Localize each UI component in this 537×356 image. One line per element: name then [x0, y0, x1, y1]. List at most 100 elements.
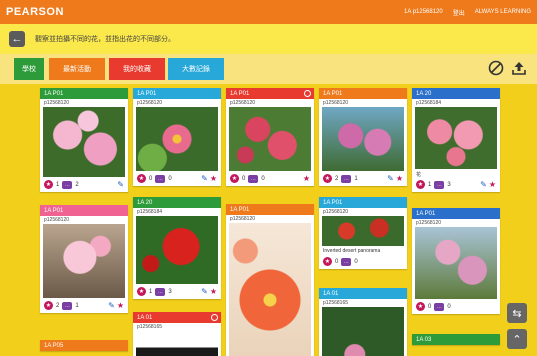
edit-icon[interactable]: ✎ [480, 180, 487, 189]
card-class: 1A P01 [230, 90, 250, 97]
tab-records[interactable]: 大數記錄 [168, 58, 224, 80]
card-user: p12568120 [44, 217, 70, 223]
post-card[interactable]: 1A P01 p12568120 ★ 1 … 2 ✎ [40, 88, 128, 192]
like-icon[interactable]: ★ [416, 302, 425, 311]
card-header: 1A 03 [412, 334, 500, 345]
comment-icon[interactable]: … [341, 257, 352, 266]
comment-count: 2 [75, 181, 79, 188]
favorite-icon[interactable]: ★ [117, 301, 124, 310]
edit-icon[interactable]: ✎ [117, 180, 124, 189]
card-user: p12568120 [230, 100, 256, 106]
flower-photo[interactable] [229, 107, 311, 171]
instruction-text: 觀察並拍攝不同的花，並指出花的不同部分。 [35, 36, 175, 43]
card-header: 1A 01 [319, 288, 407, 299]
comment-count: 1 [75, 302, 79, 309]
post-card[interactable]: 1A 03 [412, 334, 500, 345]
flower-photo[interactable] [322, 216, 404, 246]
card-user: p12568165 [137, 324, 163, 330]
tab-my-favorites[interactable]: 我的收藏 [109, 58, 165, 80]
edit-icon[interactable]: ✎ [387, 174, 394, 183]
report-icon[interactable] [211, 314, 218, 321]
refresh-button[interactable]: ⇆ [507, 303, 527, 323]
card-header: 1A 20 [133, 197, 221, 208]
like-icon[interactable]: ★ [416, 180, 425, 189]
like-icon[interactable]: ★ [44, 301, 53, 310]
flower-photo[interactable] [322, 307, 404, 356]
favorite-icon[interactable]: ★ [210, 287, 217, 296]
card-header: 1A P01 [319, 88, 407, 99]
post-card[interactable]: 1A 20 p12568184 花 ★ 1 … 3 ✎ ★ [412, 88, 500, 192]
post-card[interactable]: 1A P01 p12568120 Inverted desert panoram… [319, 197, 407, 269]
scroll-top-button[interactable]: ⌃ [507, 329, 527, 349]
flower-photo[interactable] [136, 216, 218, 284]
comment-icon[interactable]: … [341, 174, 352, 183]
card-footer: ★ 2 … 1 ✎ ★ [40, 298, 128, 313]
user-id: 1A p12568120 [404, 9, 443, 15]
card-footer: ★ 2 … 1 ✎ ★ [319, 171, 407, 186]
edit-icon[interactable]: ✎ [108, 301, 115, 310]
post-card[interactable]: 1A P01 p12568120 ★ 0 … 0 ★ [226, 88, 314, 186]
like-count: 0 [149, 175, 153, 182]
post-card[interactable]: 1A P01 p12568120 ★ 2 … 1 ✎ ★ [40, 205, 128, 313]
flower-photo[interactable] [415, 107, 497, 169]
favorite-icon[interactable]: ★ [396, 174, 403, 183]
post-card[interactable]: 1A 01 p12568165 [319, 288, 407, 356]
tab-school[interactable]: 學校 [14, 58, 44, 80]
comment-icon[interactable]: … [248, 174, 259, 183]
comment-icon[interactable]: … [434, 180, 445, 189]
post-card[interactable]: 1A P01 p12568120 ★ 0 … 0 [412, 208, 500, 314]
comment-count: 0 [354, 258, 358, 265]
card-header: 1A P01 [40, 205, 128, 216]
logout-link[interactable]: 登出 [453, 8, 465, 17]
card-user: p12568120 [416, 220, 442, 226]
back-button[interactable]: ← [9, 31, 25, 47]
post-card[interactable]: 1A 20 p12568184 ★ 1 … 3 ✎ ★ [133, 197, 221, 299]
card-class: 1A P01 [323, 199, 343, 206]
card-class: 1A P05 [44, 342, 64, 349]
card-user: p12568120 [230, 216, 256, 222]
flower-photo[interactable] [43, 107, 125, 177]
like-icon[interactable]: ★ [44, 180, 53, 189]
like-icon[interactable]: ★ [323, 174, 332, 183]
flower-photo[interactable] [136, 331, 218, 356]
comment-icon[interactable]: … [434, 302, 445, 311]
favorite-icon[interactable]: ★ [489, 180, 496, 189]
card-user: p12568120 [323, 100, 349, 106]
report-icon[interactable] [304, 90, 311, 97]
like-count: 2 [335, 175, 339, 182]
comment-count: 0 [261, 175, 265, 182]
like-icon[interactable]: ★ [137, 174, 146, 183]
post-card[interactable]: 1A P05 [40, 340, 128, 351]
edit-icon[interactable]: ✎ [201, 287, 208, 296]
like-count: 1 [428, 181, 432, 188]
favorite-icon[interactable]: ★ [303, 174, 310, 183]
edit-icon[interactable]: ✎ [201, 174, 208, 183]
comment-icon[interactable]: … [62, 301, 73, 310]
flower-photo[interactable] [322, 107, 404, 171]
flower-photo[interactable] [229, 223, 311, 356]
like-icon[interactable]: ★ [323, 257, 332, 266]
post-card[interactable]: 1A P01 p12568120 ★ 2 … 1 ✎ ★ [319, 88, 407, 186]
post-card[interactable]: 1A 01 p12568165 [133, 312, 221, 356]
flower-photo[interactable] [415, 227, 497, 299]
comment-count: 0 [447, 303, 451, 310]
brand-logo: PEARSON [6, 6, 64, 18]
tab-latest-activity[interactable]: 最新活動 [49, 58, 105, 80]
post-card[interactable]: 1A P01 p12568120 [226, 204, 314, 356]
like-icon[interactable]: ★ [230, 174, 239, 183]
card-class: 1A P01 [44, 207, 64, 214]
comment-icon[interactable]: … [62, 180, 73, 189]
card-class: 1A P01 [323, 90, 343, 97]
hide-button[interactable] [486, 58, 506, 78]
favorite-icon[interactable]: ★ [210, 174, 217, 183]
post-card[interactable]: 1A P01 p12568120 ★ 0 … 0 ✎ ★ [133, 88, 221, 186]
comment-icon[interactable]: … [155, 287, 166, 296]
flower-photo[interactable] [43, 224, 125, 298]
like-icon[interactable]: ★ [137, 287, 146, 296]
flower-photo[interactable] [136, 107, 218, 171]
comment-icon[interactable]: … [155, 174, 166, 183]
card-header: 1A P01 [319, 197, 407, 208]
upload-button[interactable] [509, 58, 529, 78]
card-header: 1A P01 [226, 88, 314, 99]
card-class: 1A 03 [416, 336, 432, 343]
